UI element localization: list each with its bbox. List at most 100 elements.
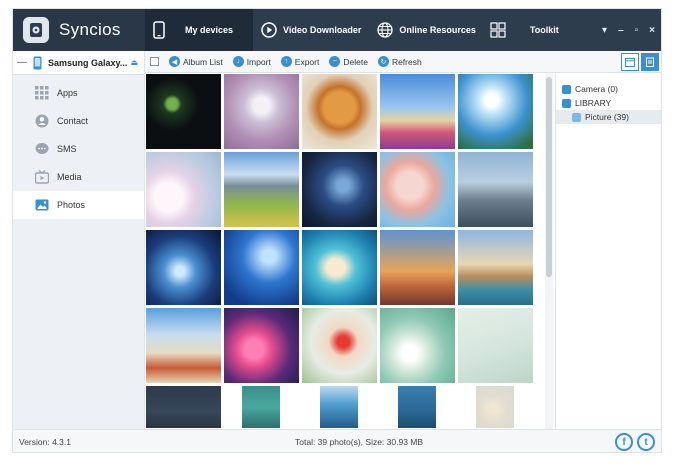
delete-button[interactable]: − Delete (329, 56, 368, 67)
grid-scrollbar[interactable] (545, 73, 553, 429)
photo-thumbnail[interactable] (241, 385, 281, 429)
sidebar-item-apps[interactable]: Apps (13, 79, 144, 107)
tree-item-library[interactable]: LIBRARY (556, 96, 661, 110)
nav-my-devices-label: My devices (185, 25, 234, 35)
social-links: f t (611, 433, 655, 451)
tree-item-label: LIBRARY (575, 98, 612, 108)
left-sidebar: — Samsung Galaxy... ⏏ Apps Contact SMS M… (13, 51, 145, 429)
refresh-icon: ↻ (377, 56, 389, 67)
nav-toolkit[interactable]: Toolkit (484, 9, 567, 51)
twitter-icon[interactable]: t (637, 433, 655, 451)
photo-thumbnail[interactable] (379, 151, 456, 228)
sidebar-item-label: Contact (57, 116, 89, 126)
main-nav: My devices Video Downloader Online Resou… (145, 9, 567, 51)
photo-thumbnail[interactable] (457, 151, 534, 228)
tree-item-label: Picture (39) (585, 112, 629, 122)
top-bar: Syncios My devices Video Downloader Onli… (13, 9, 661, 51)
delete-label: Delete (343, 56, 368, 67)
nav-online-resources-label: Online Resources (399, 25, 476, 35)
apps-grid-icon (35, 86, 49, 100)
refresh-label: Refresh (391, 56, 422, 67)
minimize-button[interactable]: – (618, 25, 624, 36)
photo-thumbnail[interactable] (301, 151, 378, 228)
export-button[interactable]: ↑ Export (280, 56, 320, 67)
sidebar-item-contact[interactable]: Contact (13, 107, 144, 135)
calendar-icon (625, 57, 635, 67)
photo-thumbnail[interactable] (379, 73, 456, 150)
photo-thumbnail[interactable] (223, 307, 300, 384)
calendar-view-button[interactable] (621, 52, 639, 71)
status-bar: Version: 4.3.1 Total: 39 photo(s), Size:… (13, 429, 661, 452)
sidebar-item-label: SMS (57, 144, 77, 154)
photo-thumbnail[interactable] (457, 229, 534, 306)
facebook-icon[interactable]: f (615, 433, 633, 451)
nav-video-downloader-label: Video Downloader (283, 25, 362, 35)
import-icon: ↓ (232, 56, 244, 67)
scrollbar-thumb[interactable] (546, 77, 552, 277)
close-button[interactable]: × (649, 25, 655, 36)
tree-item-camera[interactable]: Camera (0) (556, 82, 661, 96)
album-list-label: Album List (183, 56, 223, 67)
album-list-button[interactable]: ◀ Album List (169, 56, 223, 67)
syncios-logo-icon (23, 17, 49, 43)
device-selector[interactable]: — Samsung Galaxy... ⏏ (13, 51, 144, 75)
album-tree-panel: Camera (0) LIBRARY Picture (39) (555, 73, 661, 429)
photo-thumbnail[interactable] (145, 229, 222, 306)
import-button[interactable]: ↓ Import (232, 56, 271, 67)
refresh-button[interactable]: ↻ Refresh (377, 56, 422, 67)
photo-thumbnail[interactable] (397, 385, 437, 429)
photo-thumbnail[interactable] (319, 385, 359, 429)
photo-thumbnail[interactable] (379, 229, 456, 306)
photo-thumbnail[interactable] (145, 307, 222, 384)
media-icon (35, 170, 49, 184)
select-all-checkbox[interactable] (150, 57, 159, 66)
sidebar-item-label: Media (57, 172, 82, 182)
photo-thumbnail[interactable] (301, 73, 378, 150)
photo-thumbnail[interactable] (457, 73, 534, 150)
import-label: Import (246, 56, 271, 67)
list-view-button[interactable] (641, 52, 659, 71)
total-photos-text: Total: 39 photo(s), Size: 30.93 MB (295, 437, 424, 447)
phone-icon (153, 21, 165, 39)
sidebar-item-photos[interactable]: Photos (13, 191, 144, 219)
menu-dropdown-button[interactable]: ▾ (602, 25, 607, 36)
camera-icon (562, 84, 571, 94)
export-icon: ↑ (280, 56, 292, 67)
play-circle-icon (261, 22, 277, 38)
photo-thumbnail[interactable] (457, 307, 534, 384)
nav-online-resources[interactable]: Online Resources (369, 9, 484, 51)
photo-toolbar: ◀ Album List ↓ Import ↑ Export − Delete … (145, 51, 661, 73)
photo-thumbnail[interactable] (223, 229, 300, 306)
eject-icon[interactable]: ⏏ (130, 58, 138, 67)
sidebar-item-sms[interactable]: SMS (13, 135, 144, 163)
nav-video-downloader[interactable]: Video Downloader (253, 9, 369, 51)
photo-thumbnail[interactable] (223, 73, 300, 150)
photo-thumbnail[interactable] (223, 151, 300, 228)
photo-thumbnail[interactable] (301, 229, 378, 306)
collapse-dash-icon: — (17, 57, 27, 68)
tree-item-label: Camera (0) (575, 84, 618, 94)
maximize-button[interactable]: ▫ (635, 25, 639, 36)
version-text: Version: 4.3.1 (19, 437, 71, 447)
tree-item-picture[interactable]: Picture (39) (556, 110, 661, 124)
device-name: Samsung Galaxy... (48, 57, 128, 68)
app-logo: Syncios (13, 9, 145, 51)
sidebar-item-media[interactable]: Media (13, 163, 144, 191)
clipboard-icon (646, 57, 654, 67)
photo-thumbnail[interactable] (475, 385, 515, 429)
app-name: Syncios (59, 20, 121, 39)
sms-icon (35, 142, 49, 156)
delete-icon: − (329, 56, 341, 67)
export-label: Export (294, 56, 320, 67)
photo-thumbnail[interactable] (379, 307, 456, 384)
globe-icon (377, 22, 394, 38)
photo-thumbnail[interactable] (145, 73, 222, 150)
nav-my-devices[interactable]: My devices (145, 9, 253, 51)
nav-toolkit-label: Toolkit (529, 25, 559, 35)
photo-thumbnail[interactable] (145, 151, 222, 228)
photo-thumbnail[interactable] (301, 307, 378, 384)
window-controls: ▾ – ▫ × (591, 25, 661, 36)
sidebar-item-label: Photos (57, 200, 86, 210)
contact-icon (35, 114, 49, 128)
photo-thumbnail[interactable] (145, 385, 222, 429)
